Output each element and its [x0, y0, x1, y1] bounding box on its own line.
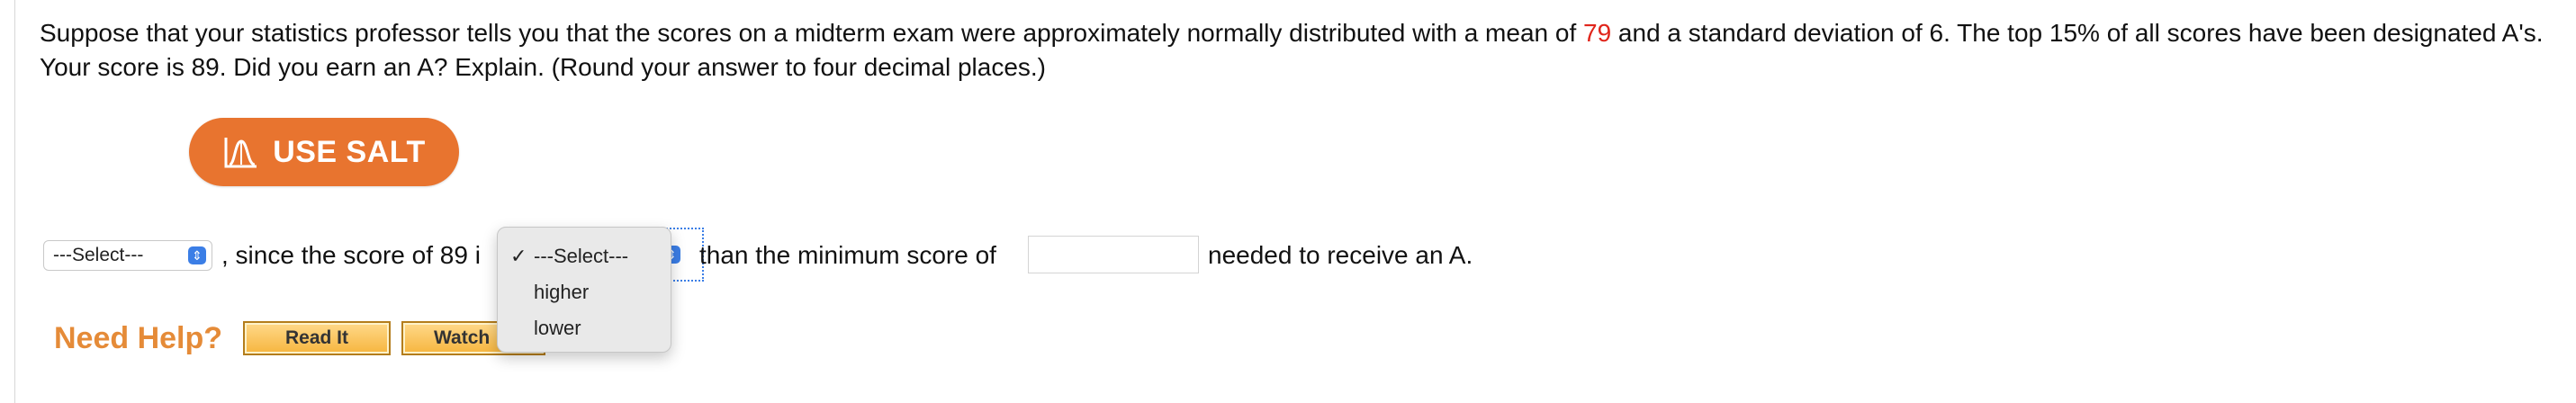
question-part1: Suppose that your statistics professor t… [40, 19, 1583, 47]
comparison-dropdown-menu[interactable]: ✓ ---Select--- higher lower [497, 227, 671, 353]
needed-text: needed to receive an A. [1208, 241, 1473, 269]
read-it-button[interactable]: Read It [243, 321, 391, 355]
dropdown-option-higher[interactable]: higher [498, 274, 671, 310]
use-salt-label: USE SALT [273, 134, 426, 169]
dropdown-option-select[interactable]: ✓ ---Select--- [498, 238, 671, 274]
mean-value: 79 [1583, 19, 1612, 47]
answer-select-earned[interactable]: ---Select--- ⇕ [43, 240, 212, 271]
chevron-updown-icon: ⇕ [188, 246, 206, 264]
select1-value: ---Select--- [53, 245, 144, 265]
question-text: Suppose that your statistics professor t… [40, 16, 2551, 85]
use-salt-button[interactable]: USE SALT [189, 118, 459, 186]
check-icon: ✓ [510, 245, 527, 267]
salt-chart-icon [224, 138, 257, 168]
min-score-input[interactable] [1028, 236, 1199, 273]
need-help-title: Need Help? [54, 321, 223, 355]
dropdown-option-lower[interactable]: lower [498, 310, 671, 346]
than-text: than the minimum score of [699, 241, 996, 269]
since-text: , since the score of 89 i [221, 241, 481, 269]
